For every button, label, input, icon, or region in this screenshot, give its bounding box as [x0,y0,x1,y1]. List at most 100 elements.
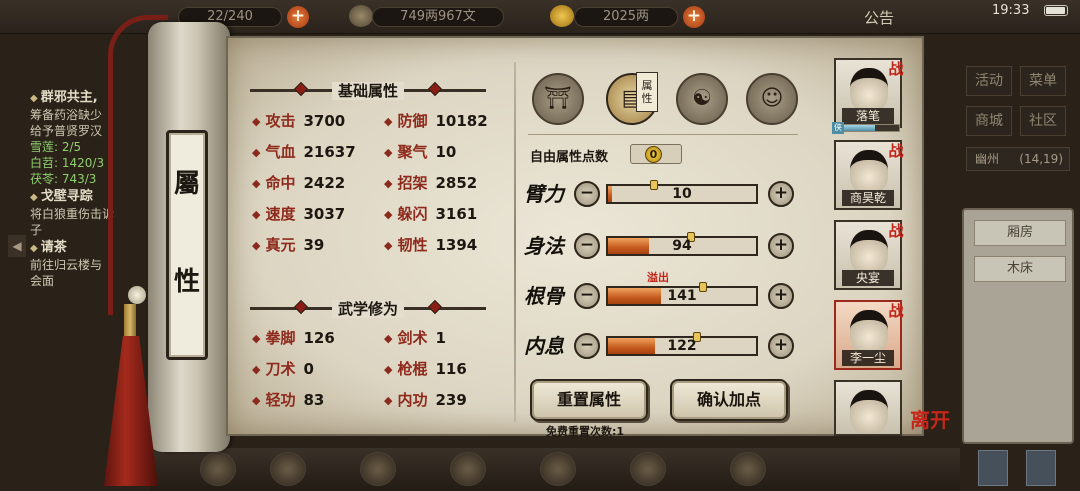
stat-value: 3037 [303,205,346,223]
skill-value: 1 [435,329,446,347]
attribute-bar[interactable]: 10 [606,180,758,204]
diamond-bullet-icon: ◆ [252,363,261,376]
leave-button[interactable]: 离开 [910,410,950,430]
shop-button[interactable]: 商城 [966,106,1012,136]
stat-row: ◆ 韧性 1394 [384,234,477,256]
bottom-menu-button[interactable] [540,452,576,486]
stat-name: 攻击 [265,112,296,130]
stat-row: ◆ 命中 2422 [252,172,345,194]
room-panel: 厢房 木床 [962,208,1074,444]
stat-row: ◆ 躲闪 3161 [384,203,477,225]
header-diamond [427,81,443,97]
stat-name: 防御 [397,112,428,130]
reset-attributes-button[interactable]: 重置属性 [530,379,648,421]
gold-add-button[interactable]: + [683,6,705,28]
skill-value: 126 [303,329,335,347]
skill-row: ◆ 刀术 0 [252,358,314,380]
header-diamond [293,299,309,315]
skill-row: ◆ 剑术 1 [384,327,446,349]
stamina-add-button[interactable]: + [287,6,309,28]
stat-value: 2422 [303,174,346,192]
tassel-bead [128,286,146,304]
basic-attributes-label: 基础属性 [331,82,404,100]
increase-button[interactable]: + [768,181,794,207]
menu-button[interactable]: 菜单 [1020,66,1066,96]
character-portrait [850,230,888,274]
attribute-value: 122 [667,338,697,354]
character-portrait [850,390,888,434]
room-item-wing[interactable]: 厢房 [974,220,1066,246]
skill-row: ◆ 枪棍 116 [384,358,467,380]
skill-row: ◆ 拳脚 126 [252,327,335,349]
bagua-icon[interactable]: ☯ [676,73,728,125]
stat-row: ◆ 速度 3037 [252,203,345,225]
attribute-bar[interactable]: 141 [606,282,758,306]
skill-row: ◆ 内功 239 [384,389,467,411]
bottom-menu-button[interactable] [360,452,396,486]
page-title: 屬 性 [166,130,208,360]
room-item-bed[interactable]: 木床 [974,256,1066,282]
diamond-bullet-icon: ◆ [252,239,261,252]
skill-name: 内功 [397,391,428,409]
skill-name: 枪棍 [397,360,428,378]
basic-attributes-header: 基础属性 [250,80,486,100]
battery-icon [1044,5,1068,16]
stat-name: 速度 [265,205,296,223]
hat-character-icon[interactable]: ⛩ [532,73,584,125]
bottom-menu-button[interactable] [270,452,306,486]
stat-value: 10 [435,143,457,161]
free-points-label: 自由属性点数 [530,150,609,165]
skill-row: ◆ 轻功 83 [252,389,324,411]
increase-button[interactable]: + [768,333,794,359]
increase-button[interactable]: + [768,233,794,259]
corner-button[interactable] [1026,450,1056,486]
confirm-points-button[interactable]: 确认加点 [670,379,788,421]
attribute-name: 内息 [524,334,564,358]
decrease-button[interactable]: − [574,283,600,309]
notice-button[interactable]: 公告 [864,7,894,28]
stat-name: 招架 [397,174,428,192]
decrease-button[interactable]: − [574,181,600,207]
decrease-button[interactable]: − [574,333,600,359]
bottom-menu-button[interactable] [200,452,236,486]
bottom-menu-button[interactable] [450,452,486,486]
diamond-bullet-icon: ◆ [384,239,393,252]
attribute-value: 10 [672,186,692,202]
diamond-bullet-icon: ◆ [384,332,393,345]
decrease-button[interactable]: − [574,233,600,259]
hat-glyph: ⛩ [544,86,572,111]
silver-display: 749两967文 [372,7,504,27]
location-display: 幽州 (14,19) [966,147,1070,171]
character-portrait [850,310,888,354]
attribute-bar[interactable]: 94 [606,232,758,256]
stat-row: ◆ 聚气 10 [384,141,456,163]
character-name: 落笔 [842,108,894,124]
diamond-bullet-icon: ◆ [384,146,393,159]
meridian-figure-icon[interactable]: ☺ [746,73,798,125]
level-progress-bar [838,124,900,132]
bottom-menu-button[interactable] [730,452,766,486]
character-card[interactable] [834,380,902,436]
attribute-name: 身法 [524,234,564,258]
skill-name: 刀术 [265,360,296,378]
activity-button[interactable]: 活动 [966,66,1012,96]
collapse-arrow-icon[interactable]: ◀ [8,235,26,257]
panel-divider [514,62,516,422]
free-points-value: 0 [645,146,662,163]
attribute-value: 141 [667,288,697,304]
attribute-bar[interactable]: 122 [606,332,758,356]
free-reset-count: 免费重置次数:1 [546,425,625,438]
battle-badge-icon: 战 [888,222,904,240]
title-char: 性 [173,267,200,297]
stat-name: 真元 [265,236,296,254]
stat-row: ◆ 招架 2852 [384,172,477,194]
corner-button[interactable] [978,450,1008,486]
character-name: 央宴 [842,270,894,286]
community-button[interactable]: 社区 [1020,106,1066,136]
stat-value: 10182 [435,112,488,130]
diamond-bullet-icon: ◆ [252,177,261,190]
level-tag-icon: 侠 [832,122,844,134]
character-name: 商昊乾 [842,190,894,206]
increase-button[interactable]: + [768,283,794,309]
bottom-menu-button[interactable] [630,452,666,486]
